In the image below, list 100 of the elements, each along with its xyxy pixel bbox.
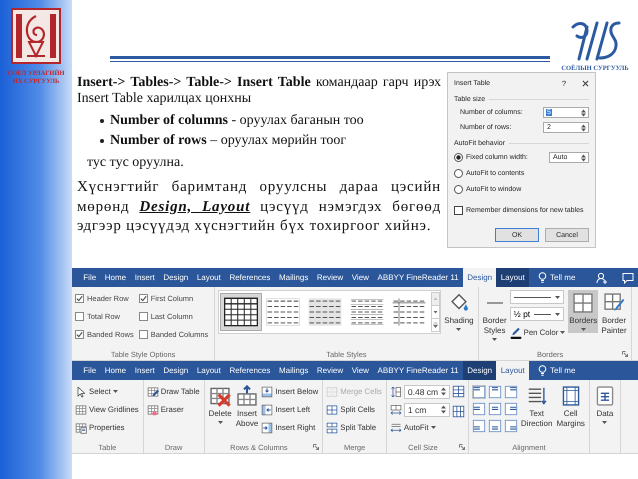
ribbon-tab[interactable]: Home xyxy=(100,268,130,287)
ribbon-button[interactable]: Borders xyxy=(568,290,598,333)
align-button[interactable] xyxy=(488,419,502,433)
spin-arrows-icon[interactable] xyxy=(440,387,446,396)
bullet-text: Number of rows – оруулах мөрийн тоог xyxy=(110,133,346,149)
align-button[interactable] xyxy=(504,419,518,433)
ribbon-button[interactable]: Border Painter xyxy=(600,290,628,338)
tell-me-button[interactable]: Tell me xyxy=(533,361,580,380)
ribbon-tab[interactable]: Layout xyxy=(496,361,530,380)
checkbox[interactable] xyxy=(138,312,148,321)
tell-me-button[interactable]: Tell me xyxy=(533,268,580,287)
checkbox[interactable] xyxy=(138,330,148,339)
spin-arrows-icon[interactable] xyxy=(581,154,586,162)
ribbon-tab[interactable]: Insert xyxy=(130,361,160,380)
dialog-launcher-icon[interactable] xyxy=(313,444,320,450)
ribbon-tab[interactable]: File xyxy=(79,268,100,287)
size-field[interactable]: 1 cm xyxy=(404,402,450,416)
lightbulb-icon xyxy=(538,365,548,376)
ribbon-tab[interactable]: ABBYY FineReader 11 xyxy=(373,361,463,380)
border-dropdown[interactable]: ½ pt xyxy=(510,307,564,321)
ribbon-tab[interactable]: Home xyxy=(100,361,130,380)
checkbox[interactable] xyxy=(454,206,463,215)
ribbon-button[interactable]: Text Direction xyxy=(520,383,554,431)
ribbon-button[interactable]: Delete xyxy=(208,383,233,426)
align-button[interactable] xyxy=(504,385,518,399)
ribbon-tab[interactable]: Design xyxy=(159,268,193,287)
ribbon-button[interactable]: Data xyxy=(592,383,617,426)
ribbon-tab[interactable]: Insert xyxy=(130,268,160,287)
spin-arrows-icon[interactable] xyxy=(440,405,446,414)
ribbon-button[interactable]: Cell Margins xyxy=(555,383,586,431)
split-table-icon xyxy=(326,422,338,434)
delete-table-icon xyxy=(209,385,232,407)
draw-table-icon xyxy=(146,386,159,398)
pen-color-icon xyxy=(510,326,522,338)
ribbon-button[interactable]: Insert Above xyxy=(234,383,260,431)
borders-icon xyxy=(572,292,594,314)
caret-icon xyxy=(554,312,560,316)
merge-cells-icon xyxy=(326,386,338,398)
align-button[interactable] xyxy=(488,385,502,399)
bullet-icon xyxy=(100,119,104,123)
bullet-text: Number of columns - оруулах баганын тоо xyxy=(110,113,364,129)
ribbon-tab[interactable]: Layout xyxy=(496,268,530,287)
align-button[interactable] xyxy=(472,385,486,399)
dialog-launcher-icon[interactable] xyxy=(622,351,628,357)
eraser-icon xyxy=(146,404,159,416)
ribbon-tab[interactable]: Mailings xyxy=(274,268,313,287)
checkbox[interactable] xyxy=(75,330,84,339)
ribbon-tab[interactable]: Design xyxy=(462,361,496,380)
distribute-rows-icon[interactable] xyxy=(452,385,465,398)
ribbon-tab[interactable]: ABBYY FineReader 11 xyxy=(373,268,463,287)
distribute-columns-icon[interactable] xyxy=(452,405,465,418)
lightbulb-icon xyxy=(538,272,548,283)
ribbon-tab[interactable]: Layout xyxy=(192,268,226,287)
insert-below-icon xyxy=(261,386,274,398)
row-height-icon xyxy=(390,386,402,398)
checkbox[interactable] xyxy=(138,294,148,303)
ribbon-tab[interactable]: View xyxy=(347,361,374,380)
radio-button[interactable] xyxy=(454,185,463,194)
align-button[interactable] xyxy=(488,402,502,416)
ribbon-tab[interactable]: Design xyxy=(159,361,193,380)
properties-icon xyxy=(75,422,87,434)
ribbon-tab[interactable]: Design xyxy=(462,268,496,287)
ribbon-tab[interactable]: Mailings xyxy=(274,361,313,380)
size-field[interactable]: 0.48 cm xyxy=(404,384,450,398)
cursor-icon xyxy=(75,386,87,398)
comment-icon[interactable] xyxy=(622,272,634,284)
autofit-icon xyxy=(390,422,402,434)
person-add-icon[interactable] xyxy=(596,272,608,284)
radio-button[interactable] xyxy=(454,153,463,162)
close-icon[interactable] xyxy=(582,80,589,86)
ribbon-button[interactable]: Shading xyxy=(443,290,475,333)
caret-icon xyxy=(554,296,560,298)
spin-arrows-icon[interactable] xyxy=(581,124,586,132)
intro-text: Insert-> Tables-> Table-> Insert Table командаар гарч ирэх Insert Table харилцах цонхны xyxy=(77,75,441,107)
ribbon-tab[interactable]: View xyxy=(347,268,374,287)
align-button[interactable] xyxy=(472,402,486,416)
align-button[interactable] xyxy=(504,402,518,416)
ribbon-tab[interactable]: Review xyxy=(312,361,348,380)
ribbon-tab[interactable]: Review xyxy=(312,268,348,287)
bullet-icon xyxy=(100,139,104,143)
ribbon-tab[interactable]: File xyxy=(79,361,100,380)
gallery-scroll-icon[interactable] xyxy=(431,292,440,332)
radio-button[interactable] xyxy=(454,169,463,178)
insert-above-icon xyxy=(236,385,258,407)
insert-right-icon xyxy=(261,422,274,434)
ribbon-tab[interactable]: References xyxy=(225,268,275,287)
dialog-launcher-icon[interactable] xyxy=(458,444,465,450)
gridlines-icon xyxy=(75,404,87,416)
align-button[interactable] xyxy=(472,419,486,433)
spin-arrows-icon[interactable] xyxy=(581,108,586,116)
border-dropdown[interactable] xyxy=(510,290,564,304)
split-cells-icon xyxy=(326,404,338,416)
paragraph: Хүснэгтийг баримтанд оруулсны дараа цэсийн мөрөнд Design, Layout цэсүүд нэмэгдэх бөгөөд эдгээр цэсүүдэд хүснэгтийн бүх тохиргоог хийнэ. xyxy=(77,178,441,236)
table-style-thumbnail[interactable] xyxy=(221,294,262,330)
ribbon-tab[interactable]: References xyxy=(225,361,275,380)
ribbon-tab[interactable]: Layout xyxy=(192,361,226,380)
body-text: тус тус оруулна. xyxy=(86,154,185,172)
checkbox[interactable] xyxy=(75,294,84,303)
ribbon-button[interactable]: Border Styles xyxy=(482,290,508,343)
checkbox[interactable] xyxy=(75,312,84,321)
